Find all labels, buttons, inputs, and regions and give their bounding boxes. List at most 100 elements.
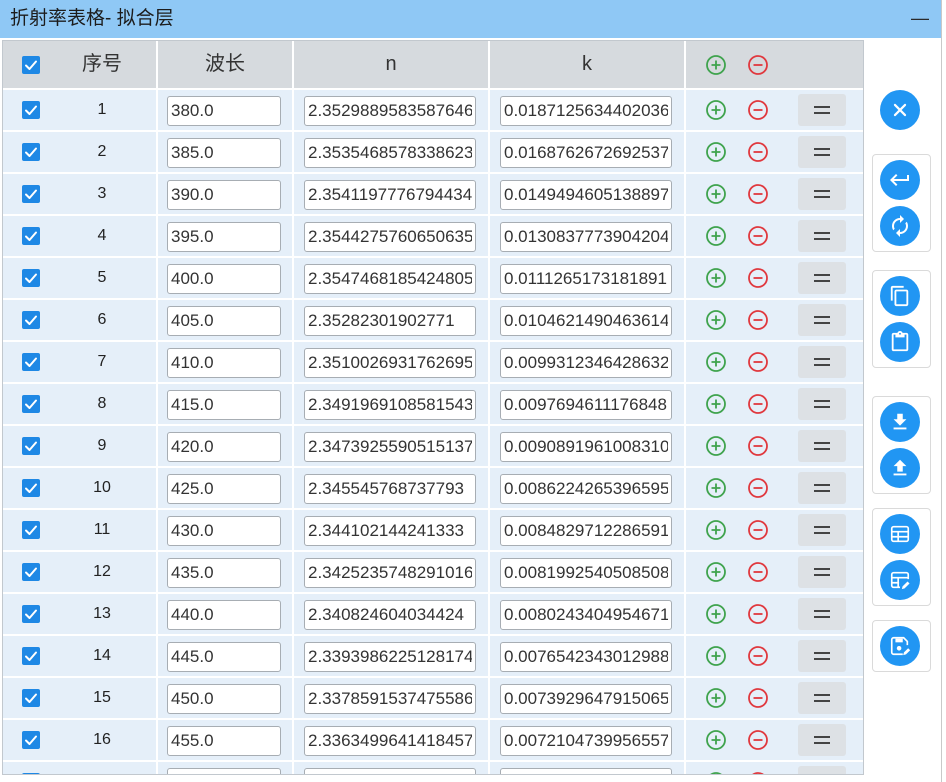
k-input[interactable]: [500, 600, 672, 630]
row-checkbox[interactable]: [22, 311, 40, 329]
add-row-button[interactable]: [705, 393, 727, 415]
wavelength-input[interactable]: [167, 474, 281, 504]
wavelength-input[interactable]: [167, 138, 281, 168]
paste-button[interactable]: [880, 322, 920, 362]
wavelength-input[interactable]: [167, 390, 281, 420]
select-all-checkbox[interactable]: [22, 56, 40, 74]
k-input[interactable]: [500, 642, 672, 672]
add-row-button[interactable]: [705, 267, 727, 289]
n-input[interactable]: [304, 306, 476, 336]
wavelength-input[interactable]: [167, 180, 281, 210]
remove-row-button[interactable]: [747, 645, 769, 667]
row-checkbox[interactable]: [22, 437, 40, 455]
row-checkbox[interactable]: [22, 689, 40, 707]
header-remove-row-button[interactable]: [747, 54, 769, 76]
add-row-button[interactable]: [705, 729, 727, 751]
k-input[interactable]: [500, 768, 672, 774]
remove-row-button[interactable]: [747, 309, 769, 331]
row-checkbox[interactable]: [22, 143, 40, 161]
add-row-button[interactable]: [705, 645, 727, 667]
n-input[interactable]: [304, 768, 476, 774]
minimize-button[interactable]: —: [906, 5, 934, 33]
remove-row-button[interactable]: [747, 351, 769, 373]
row-checkbox[interactable]: [22, 605, 40, 623]
drag-handle[interactable]: [798, 430, 846, 462]
row-checkbox[interactable]: [22, 395, 40, 413]
drag-handle[interactable]: [798, 640, 846, 672]
row-checkbox[interactable]: [22, 101, 40, 119]
drag-handle[interactable]: [798, 472, 846, 504]
remove-row-button[interactable]: [747, 519, 769, 541]
wavelength-input[interactable]: [167, 222, 281, 252]
k-input[interactable]: [500, 516, 672, 546]
n-input[interactable]: [304, 432, 476, 462]
wavelength-input[interactable]: [167, 516, 281, 546]
add-row-button[interactable]: [705, 561, 727, 583]
drag-handle[interactable]: [798, 514, 846, 546]
drag-handle[interactable]: [798, 388, 846, 420]
drag-handle[interactable]: [798, 598, 846, 630]
download-button[interactable]: [880, 402, 920, 442]
drag-handle[interactable]: [798, 178, 846, 210]
table-edit-button[interactable]: [880, 560, 920, 600]
wavelength-input[interactable]: [167, 558, 281, 588]
row-checkbox[interactable]: [22, 479, 40, 497]
add-row-button[interactable]: [705, 351, 727, 373]
remove-row-button[interactable]: [747, 477, 769, 499]
remove-row-button[interactable]: [747, 729, 769, 751]
save-button[interactable]: [880, 626, 920, 666]
return-button[interactable]: [880, 160, 920, 200]
n-input[interactable]: [304, 642, 476, 672]
k-input[interactable]: [500, 180, 672, 210]
drag-handle[interactable]: [798, 136, 846, 168]
remove-row-button[interactable]: [747, 435, 769, 457]
remove-row-button[interactable]: [747, 771, 769, 774]
add-row-button[interactable]: [705, 141, 727, 163]
n-input[interactable]: [304, 348, 476, 378]
k-input[interactable]: [500, 264, 672, 294]
k-input[interactable]: [500, 96, 672, 126]
remove-row-button[interactable]: [747, 141, 769, 163]
wavelength-input[interactable]: [167, 726, 281, 756]
drag-handle[interactable]: [798, 94, 846, 126]
add-row-button[interactable]: [705, 225, 727, 247]
upload-button[interactable]: [880, 448, 920, 488]
row-checkbox[interactable]: [22, 269, 40, 287]
row-checkbox[interactable]: [22, 773, 40, 774]
drag-handle[interactable]: [798, 346, 846, 378]
add-row-button[interactable]: [705, 309, 727, 331]
n-input[interactable]: [304, 138, 476, 168]
drag-handle[interactable]: [798, 766, 846, 774]
add-row-button[interactable]: [705, 687, 727, 709]
remove-row-button[interactable]: [747, 267, 769, 289]
drag-handle[interactable]: [798, 724, 846, 756]
table-button[interactable]: [880, 514, 920, 554]
add-row-button[interactable]: [705, 771, 727, 774]
k-input[interactable]: [500, 432, 672, 462]
row-checkbox[interactable]: [22, 521, 40, 539]
n-input[interactable]: [304, 558, 476, 588]
row-checkbox[interactable]: [22, 227, 40, 245]
close-button[interactable]: [880, 90, 920, 130]
refresh-button[interactable]: [880, 206, 920, 246]
n-input[interactable]: [304, 516, 476, 546]
add-row-button[interactable]: [705, 603, 727, 625]
k-input[interactable]: [500, 348, 672, 378]
add-row-button[interactable]: [705, 183, 727, 205]
row-checkbox[interactable]: [22, 647, 40, 665]
drag-handle[interactable]: [798, 262, 846, 294]
remove-row-button[interactable]: [747, 603, 769, 625]
n-input[interactable]: [304, 180, 476, 210]
n-input[interactable]: [304, 726, 476, 756]
k-input[interactable]: [500, 138, 672, 168]
drag-handle[interactable]: [798, 304, 846, 336]
k-input[interactable]: [500, 684, 672, 714]
remove-row-button[interactable]: [747, 183, 769, 205]
wavelength-input[interactable]: [167, 684, 281, 714]
copy-button[interactable]: [880, 276, 920, 316]
drag-handle[interactable]: [798, 682, 846, 714]
remove-row-button[interactable]: [747, 225, 769, 247]
k-input[interactable]: [500, 306, 672, 336]
drag-handle[interactable]: [798, 556, 846, 588]
k-input[interactable]: [500, 474, 672, 504]
